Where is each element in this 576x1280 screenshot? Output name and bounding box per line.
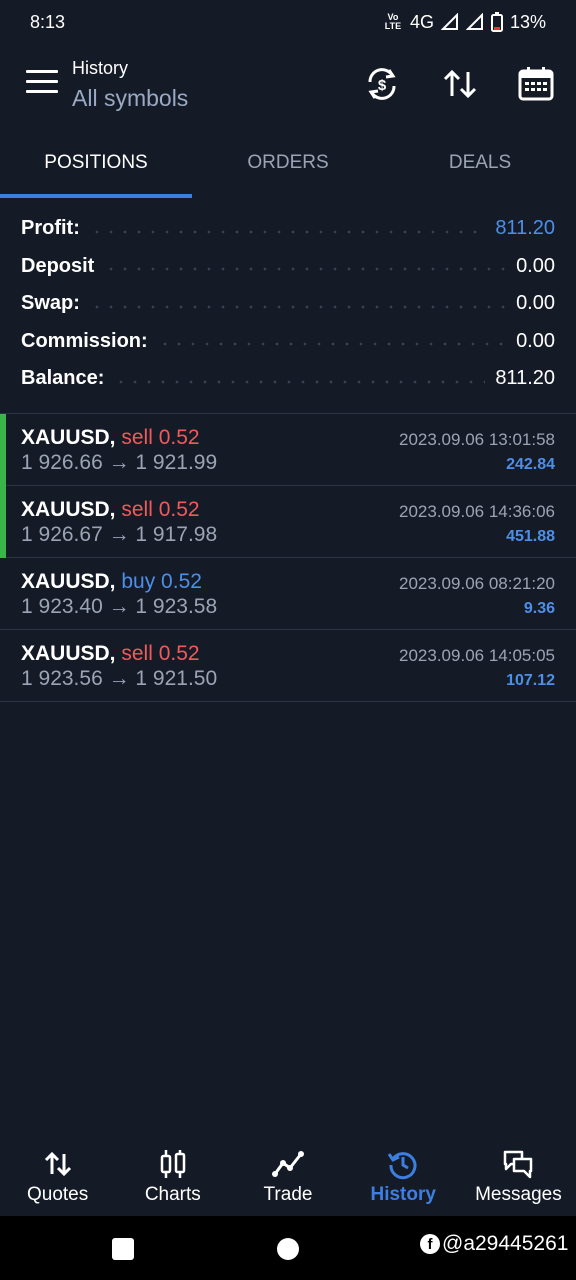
list-item[interactable]: XAUUSD, buy 0.52 1 923.40 → 1 923.58 202… — [0, 558, 576, 630]
nav-quotes[interactable]: Quotes — [0, 1136, 115, 1216]
history-icon — [387, 1152, 417, 1180]
home-button[interactable] — [277, 1238, 299, 1260]
profit-label: Profit: — [21, 217, 80, 240]
menu-icon[interactable] — [26, 70, 58, 98]
dotted-leader — [114, 379, 486, 384]
candlestick-icon — [160, 1150, 186, 1178]
commission-value: 0.00 — [516, 329, 555, 352]
sort-icon[interactable] — [440, 64, 480, 104]
nav-charts[interactable]: Charts — [115, 1136, 230, 1216]
deal-symbol: XAUUSD, sell 0.52 — [21, 642, 200, 665]
svg-text:$: $ — [378, 77, 387, 94]
trade-line-icon — [272, 1151, 304, 1177]
deal-side: sell 0.52 — [121, 498, 200, 521]
list-item[interactable]: XAUUSD, sell 0.52 1 923.56 → 1 921.50 20… — [0, 630, 576, 702]
symbol-filter[interactable]: All symbols — [72, 85, 188, 112]
profit-indicator-bar — [0, 486, 6, 558]
list-item[interactable]: XAUUSD, sell 0.52 1 926.66 → 1 921.99 20… — [0, 414, 576, 486]
calendar-icon[interactable] — [516, 64, 556, 104]
profit-value: 811.20 — [495, 217, 555, 240]
deal-prices: 1 923.40 → 1 923.58 — [21, 595, 218, 618]
status-bar: 8:13 Vo LTE 4G 13% — [0, 0, 576, 44]
dotted-leader — [89, 304, 507, 309]
dotted-leader — [89, 229, 486, 234]
tab-positions[interactable]: POSITIONS — [0, 140, 192, 198]
summary-row-swap: Swap: 0.00 — [0, 285, 576, 323]
history-tabs: POSITIONS ORDERS DEALS — [0, 140, 576, 198]
summary-row-profit: Profit: 811.20 — [0, 210, 576, 248]
recents-button[interactable] — [112, 1238, 134, 1260]
tab-orders[interactable]: ORDERS — [192, 140, 384, 198]
deal-profit: 107.12 — [506, 672, 555, 689]
nav-label: Charts — [144, 1184, 201, 1205]
deal-profit: 451.88 — [506, 528, 555, 545]
battery-level: 13% — [509, 11, 546, 32]
status-icons: Vo LTE 4G 13% — [383, 12, 546, 33]
summary-row-balance: Balance: 811.20 — [0, 360, 576, 398]
watermark-text: @a29445261 — [442, 1232, 569, 1255]
deposit-value: 0.00 — [516, 254, 555, 277]
battery-icon — [490, 12, 503, 32]
deal-prices: 1 926.66 → 1 921.99 — [21, 451, 218, 474]
deal-profit: 9.36 — [523, 600, 555, 617]
swap-value: 0.00 — [516, 292, 555, 315]
nav-label: Messages — [475, 1184, 562, 1205]
deal-time: 2023.09.06 14:05:05 — [399, 646, 555, 665]
watermark: f @a29445261 — [420, 1232, 568, 1256]
bottom-nav: Quotes Charts Trade History Messages — [0, 1136, 576, 1216]
deal-symbol: XAUUSD, sell 0.52 — [21, 498, 200, 521]
messages-icon — [504, 1150, 533, 1179]
deal-side: buy 0.52 — [121, 570, 202, 593]
signal-icon-2 — [465, 13, 483, 30]
nav-history[interactable]: History — [346, 1136, 461, 1216]
deposit-label: Deposit — [21, 254, 95, 277]
nav-label: Trade — [263, 1184, 313, 1205]
volte-icon: Vo LTE — [384, 12, 402, 31]
nav-trade[interactable]: Trade — [230, 1136, 345, 1216]
quotes-icon — [44, 1151, 71, 1177]
balance-value: 811.20 — [495, 367, 555, 390]
nav-label: Quotes — [26, 1184, 89, 1205]
summary-row-deposit: Deposit 0.00 — [0, 248, 576, 286]
network-type: 4G — [409, 11, 434, 32]
deal-prices: 1 926.67 → 1 917.98 — [21, 523, 218, 546]
balance-label: Balance: — [21, 367, 105, 390]
deal-time: 2023.09.06 13:01:58 — [399, 430, 555, 449]
status-time: 8:13 — [30, 11, 66, 32]
facebook-icon: f — [420, 1234, 440, 1254]
dotted-leader — [157, 342, 507, 347]
deal-side: sell 0.52 — [121, 642, 200, 665]
summary-row-commission: Commission: 0.00 — [0, 323, 576, 361]
account-summary: Profit: 811.20 Deposit 0.00 Swap: 0.00 C… — [0, 210, 576, 398]
deal-profit: 242.84 — [506, 456, 555, 473]
commission-label: Commission: — [21, 329, 148, 352]
deal-prices: 1 923.56 → 1 921.50 — [21, 667, 218, 690]
profit-indicator-bar — [0, 414, 6, 486]
nav-messages[interactable]: Messages — [461, 1136, 576, 1216]
list-item[interactable]: XAUUSD, sell 0.52 1 926.67 → 1 917.98 20… — [0, 486, 576, 558]
page-title: History — [72, 58, 129, 78]
deal-symbol: XAUUSD, sell 0.52 — [21, 426, 200, 449]
deal-side: sell 0.52 — [121, 426, 200, 449]
deal-time: 2023.09.06 08:21:20 — [399, 574, 555, 593]
deal-time: 2023.09.06 14:36:06 — [399, 502, 555, 521]
currency-exchange-icon[interactable]: $ — [362, 64, 402, 104]
dotted-leader — [104, 267, 507, 272]
swap-label: Swap: — [21, 292, 80, 315]
system-nav-bar: f @a29445261 — [0, 1216, 576, 1280]
nav-label: History — [370, 1184, 436, 1205]
app-header: History All symbols $ — [0, 50, 576, 120]
deal-symbol: XAUUSD, buy 0.52 — [21, 570, 202, 593]
positions-list: XAUUSD, sell 0.52 1 926.66 → 1 921.99 20… — [0, 413, 576, 702]
tab-deals[interactable]: DEALS — [384, 140, 576, 198]
signal-icon — [440, 13, 458, 30]
